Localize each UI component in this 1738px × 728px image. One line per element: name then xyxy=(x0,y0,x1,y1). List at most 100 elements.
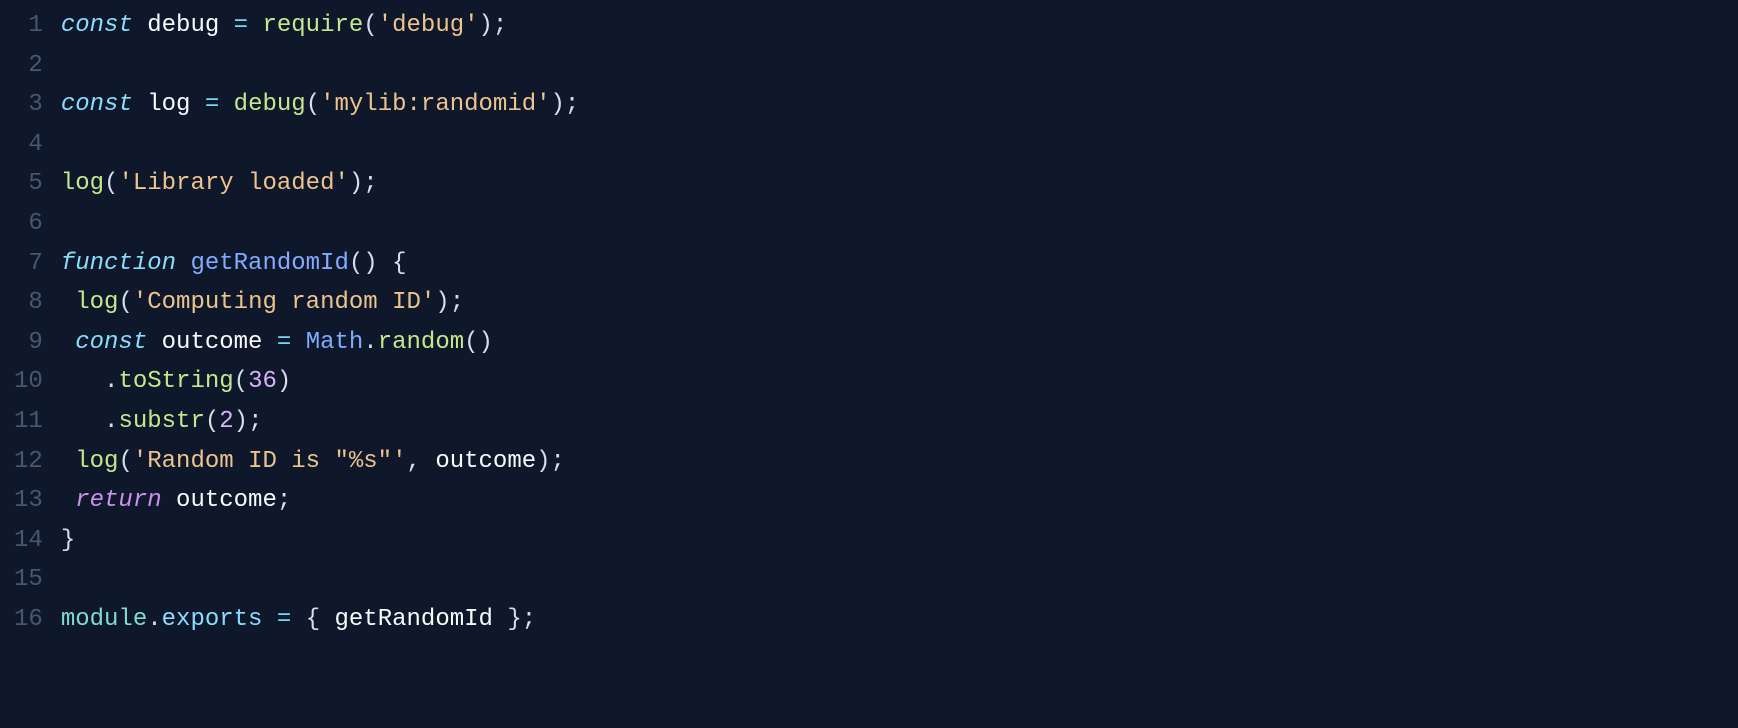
code-token: () xyxy=(464,329,493,356)
line-number: 6 xyxy=(14,204,43,244)
code-token: outcome xyxy=(176,487,277,514)
code-token: ); xyxy=(349,170,378,197)
code-token: ( xyxy=(363,12,377,39)
code-token: ); xyxy=(234,408,263,435)
code-token: const xyxy=(61,91,147,118)
code-token: . xyxy=(104,368,118,395)
line-number-gutter: 12345678910111213141516 xyxy=(0,6,61,640)
code-token: ); xyxy=(536,448,565,475)
line-number: 3 xyxy=(14,85,43,125)
code-token: () xyxy=(349,250,378,277)
code-token: = xyxy=(219,12,262,39)
code-token: 'mylib:randomid' xyxy=(320,91,550,118)
code-token: getRandomId xyxy=(335,606,493,633)
code-token: { xyxy=(378,250,407,277)
code-token: function xyxy=(61,250,191,277)
line-number: 7 xyxy=(14,244,43,284)
line-number: 11 xyxy=(14,402,43,442)
code-token: return xyxy=(75,487,176,514)
code-token: = xyxy=(262,606,305,633)
code-token: ( xyxy=(118,448,132,475)
line-number: 10 xyxy=(14,362,43,402)
code-token: substr xyxy=(118,408,204,435)
code-token: 2 xyxy=(219,408,233,435)
code-token: ( xyxy=(205,408,219,435)
code-line[interactable] xyxy=(61,560,1738,600)
code-token: require xyxy=(262,12,363,39)
code-token: debug xyxy=(147,12,219,39)
line-number: 4 xyxy=(14,125,43,165)
code-line[interactable]: const debug = require('debug'); xyxy=(61,6,1738,46)
code-line[interactable]: const outcome = Math.random() xyxy=(61,323,1738,363)
code-line[interactable]: module.exports = { getRandomId }; xyxy=(61,600,1738,640)
code-token xyxy=(61,487,75,514)
code-token: debug xyxy=(234,91,306,118)
code-token: 36 xyxy=(248,368,277,395)
code-token: const xyxy=(61,12,147,39)
code-token: ; xyxy=(277,487,291,514)
code-token: } xyxy=(61,527,75,554)
code-line[interactable] xyxy=(61,46,1738,86)
code-token: log xyxy=(61,170,104,197)
code-line[interactable]: log('Random ID is "%s"', outcome); xyxy=(61,442,1738,482)
code-token: ( xyxy=(234,368,248,395)
code-token: }; xyxy=(493,606,536,633)
code-token: outcome xyxy=(162,329,263,356)
code-token xyxy=(61,329,75,356)
code-token: outcome xyxy=(435,448,536,475)
code-token: ); xyxy=(551,91,580,118)
code-token: . xyxy=(104,408,118,435)
code-line[interactable]: } xyxy=(61,521,1738,561)
code-area[interactable]: const debug = require('debug'); const lo… xyxy=(61,6,1738,640)
line-number: 13 xyxy=(14,481,43,521)
code-token: Math xyxy=(306,329,364,356)
line-number: 12 xyxy=(14,442,43,482)
code-token: . xyxy=(363,329,377,356)
code-token: ); xyxy=(435,289,464,316)
line-number: 16 xyxy=(14,600,43,640)
code-token: 'debug' xyxy=(378,12,479,39)
code-token: 'Library loaded' xyxy=(118,170,348,197)
code-token: log xyxy=(75,289,118,316)
code-line[interactable]: .substr(2); xyxy=(61,402,1738,442)
code-token: ( xyxy=(104,170,118,197)
code-line[interactable] xyxy=(61,125,1738,165)
code-token: log xyxy=(75,448,118,475)
code-line[interactable]: function getRandomId() { xyxy=(61,244,1738,284)
line-number: 5 xyxy=(14,164,43,204)
code-token: exports xyxy=(162,606,263,633)
code-line[interactable] xyxy=(61,204,1738,244)
code-line[interactable]: .toString(36) xyxy=(61,362,1738,402)
code-token xyxy=(61,448,75,475)
code-token xyxy=(61,368,104,395)
code-line[interactable]: log('Library loaded'); xyxy=(61,164,1738,204)
code-token xyxy=(61,289,75,316)
line-number: 1 xyxy=(14,6,43,46)
code-line[interactable]: return outcome; xyxy=(61,481,1738,521)
code-token xyxy=(61,408,104,435)
code-token: module xyxy=(61,606,147,633)
code-token: random xyxy=(378,329,464,356)
code-line[interactable]: log('Computing random ID'); xyxy=(61,283,1738,323)
line-number: 2 xyxy=(14,46,43,86)
code-token: 'Computing random ID' xyxy=(133,289,435,316)
code-token: log xyxy=(147,91,190,118)
code-token: ( xyxy=(118,289,132,316)
line-number: 8 xyxy=(14,283,43,323)
code-token: = xyxy=(190,91,233,118)
code-token: . xyxy=(147,606,161,633)
code-token: ) xyxy=(277,368,291,395)
code-line[interactable]: const log = debug('mylib:randomid'); xyxy=(61,85,1738,125)
code-token: , xyxy=(407,448,436,475)
code-token: getRandomId xyxy=(190,250,348,277)
code-token: ( xyxy=(306,91,320,118)
code-token: const xyxy=(75,329,161,356)
code-editor[interactable]: 12345678910111213141516 const debug = re… xyxy=(0,6,1738,640)
code-token: 'Random ID is "%s"' xyxy=(133,448,407,475)
code-token: ); xyxy=(479,12,508,39)
line-number: 9 xyxy=(14,323,43,363)
code-token: = xyxy=(262,329,305,356)
code-token: { xyxy=(306,606,335,633)
code-token: toString xyxy=(118,368,233,395)
line-number: 14 xyxy=(14,521,43,561)
